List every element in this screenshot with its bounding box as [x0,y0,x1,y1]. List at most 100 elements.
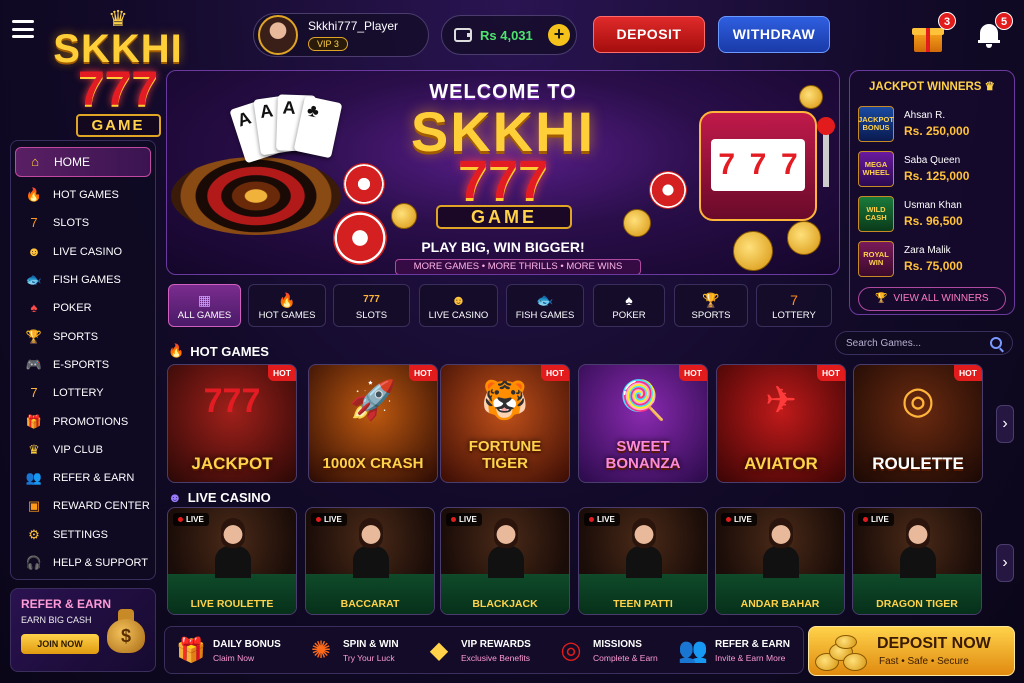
trophy-icon: 🏆 [25,328,43,344]
game-art-icon: ✈ [765,380,797,422]
live-card-andar-bahar[interactable]: LIVE ANDAR BAHAR [715,507,845,615]
sidebar-item-e-sports[interactable]: 🎮 E-SPORTS [15,351,151,379]
category-label: LIVE CASINO [428,310,489,321]
sidebar-item-sports[interactable]: 🏆 SPORTS [15,322,151,350]
jackpot-winners-panel: JACKPOT WINNERS ♛ JACKPOT BONUS Ahsan R. R… [849,70,1015,315]
sidebar-item-label: REFER & EARN [53,472,135,485]
deposit-now-subtitle: Fast • Safe • Secure [879,656,969,667]
sidebar-item-help-support[interactable]: 🎧 HELP & SUPPORT [15,549,151,577]
sidebar-item-label: SLOTS [53,217,90,230]
sidebar-nav: ⌂ HOME 🔥 HOT GAMES 7 SLOTS ☻ LIVE CASINO 🐟 FISH G… [10,140,156,580]
wallet-balance: Rs 4,031 + [441,15,577,55]
dealer-icon: ☻ [27,243,41,259]
crown-icon: ♛ [984,81,995,93]
category-icon: 7 [790,292,798,308]
winner-name: Zara Malik [904,244,951,256]
sidebar-item-hot-games[interactable]: 🔥 HOT GAMES [15,181,151,209]
sidebar-item-live-casino[interactable]: ☻ LIVE CASINO [15,238,151,266]
game-card-roulette[interactable]: ◎ HOT ROULETTE [853,364,983,483]
winner-name: Ahsan R. [904,109,946,121]
game-card-1000x-crash[interactable]: 🚀 HOT 1000X CRASH [308,364,438,483]
tab-hot-games[interactable]: 🔥 HOT GAMES [248,284,326,327]
sidebar-item-refer-earn[interactable]: 👥 REFER & EARN [15,464,151,492]
tab-slots[interactable]: 777 SLOTS [333,284,410,327]
users-icon: 👥 [678,637,708,664]
game-card-aviator[interactable]: ✈ HOT AVIATOR [716,364,846,483]
tab-all-games[interactable]: ▦ ALL GAMES [168,284,241,327]
moneybag-icon: $ [105,605,147,655]
user-profile[interactable]: Skkhi777_Player VIP 3 [253,13,429,57]
live-card-dragon-tiger[interactable]: LIVE DRAGON TIGER [852,507,982,615]
live-badge: LIVE [446,513,482,526]
tab-sports[interactable]: 🏆 SPORTS [674,284,748,327]
deposit-button[interactable]: DEPOSIT [593,16,705,53]
sidebar-item-lottery[interactable]: 7 LOTTERY [15,379,151,407]
jackpot-winner-row: ROYAL WIN Zara Malik Rs. 75,000 [858,236,1006,281]
sidebar-item-label: LOTTERY [53,387,104,400]
sidebar-item-fish-games[interactable]: 🐟 FISH GAMES [15,266,151,294]
promo-text: DAILY BONUS Claim Now [213,639,281,663]
banner-brand-number: 777 [457,150,549,210]
search-box [835,331,1013,355]
category-icon: ☻ [451,292,466,308]
promo-refer-earn[interactable]: 👥 REFER & EARN Invite & Earn More [677,633,790,669]
jackpot-game-thumbnail: WILD CASH [858,195,894,232]
jackpot-title: JACKPOT WINNERS ♛ [869,81,995,93]
winner-amount: Rs. 250,000 [904,123,970,138]
search-input[interactable] [846,337,990,349]
live-casino-next-arrow-icon[interactable]: › [996,544,1014,582]
game-card-jackpot[interactable]: 777 HOT JACKPOT [167,364,297,483]
add-funds-button[interactable]: + [548,24,570,46]
sidebar-item-label: PROMOTIONS [53,415,129,428]
gamepad-icon: 🎮 [25,356,43,372]
join-now-button[interactable]: JOIN NOW [21,634,99,654]
fish-icon: 🐟 [25,272,43,288]
promo-missions[interactable]: ◎ MISSIONS Complete & Earn [555,633,658,669]
slot-icon: 7 [30,215,38,231]
sidebar-item-label: E-SPORTS [53,358,110,371]
banner-more-strip: MORE GAMES • MORE THRILLS • MORE WINS [395,259,641,274]
live-card-blackjack[interactable]: LIVE BLACKJACK [440,507,570,615]
promo-text: MISSIONS Complete & Earn [593,639,658,663]
tab-fish-games[interactable]: 🐟 FISH GAMES [506,284,584,327]
live-card-teen-patti[interactable]: LIVE TEEN PATTI [578,507,708,615]
view-all-winners-button[interactable]: 🏆 VIEW ALL WINNERS [858,287,1006,311]
live-game-title: LIVE ROULETTE [190,598,274,610]
winner-name: Saba Queen [904,154,961,166]
withdraw-button[interactable]: WITHDRAW [718,16,830,53]
sidebar-item-promotions[interactable]: 🎁 PROMOTIONS [15,407,151,435]
game-title: 1000X CRASH [322,455,424,472]
sidebar-item-settings[interactable]: ⚙ SETTINGS [15,521,151,549]
username: Skkhi777_Player [308,18,399,33]
category-label: POKER [612,310,646,321]
hot-badge: HOT [409,365,437,381]
search-icon[interactable] [990,337,1002,349]
live-card-baccarat[interactable]: LIVE BACCARAT [305,507,435,615]
gold-coin-icon [623,209,651,237]
tab-live-casino[interactable]: ☻ LIVE CASINO [419,284,498,327]
game-card-sweet-bonanza[interactable]: 🍭 HOT SWEET BONANZA [578,364,708,483]
game-card-fortune-tiger[interactable]: 🐯 HOT FORTUNE TIGER [440,364,570,483]
tab-poker[interactable]: ♠ POKER [593,284,665,327]
live-game-title: TEEN PATTI [613,598,673,610]
tab-lottery[interactable]: 7 LOTTERY [756,284,832,327]
promo-daily-bonus[interactable]: 🎁 DAILY BONUS Claim Now [175,633,281,669]
sidebar-item-poker[interactable]: ♠ POKER [15,294,151,322]
promo-spin-win[interactable]: ✺ SPIN & WIN Try Your Luck [305,633,399,669]
live-card-live-roulette[interactable]: LIVE LIVE ROULETTE [167,507,297,615]
sidebar-item-label: HOME [54,155,90,169]
promo-title: VIP REWARDS [461,639,531,650]
hot-games-title: HOT GAMES [190,343,269,359]
sidebar-item-reward-center[interactable]: ▣ REWARD CENTER [15,492,151,520]
hero-banner[interactable]: A A A ♣ 777 WELCOME TO SKKHI 777 GAME PL… [166,70,840,275]
logo-line3: GAME [75,114,161,137]
hot-games-next-arrow-icon[interactable]: › [996,405,1014,443]
sidebar-item-slots[interactable]: 7 SLOTS [15,209,151,237]
promo-vip-rewards[interactable]: ◆ VIP REWARDS Exclusive Benefits [423,633,531,669]
winner-amount: Rs. 125,000 [904,168,970,183]
sidebar-item-home[interactable]: ⌂ HOME [15,147,151,177]
sidebar-item-label: FISH GAMES [53,274,121,287]
deposit-now-button[interactable]: DEPOSIT NOW Fast • Safe • Secure [808,626,1015,676]
sidebar-item-vip-club[interactable]: ♛ VIP CLUB [15,436,151,464]
headset-icon: 🎧 [25,555,43,570]
